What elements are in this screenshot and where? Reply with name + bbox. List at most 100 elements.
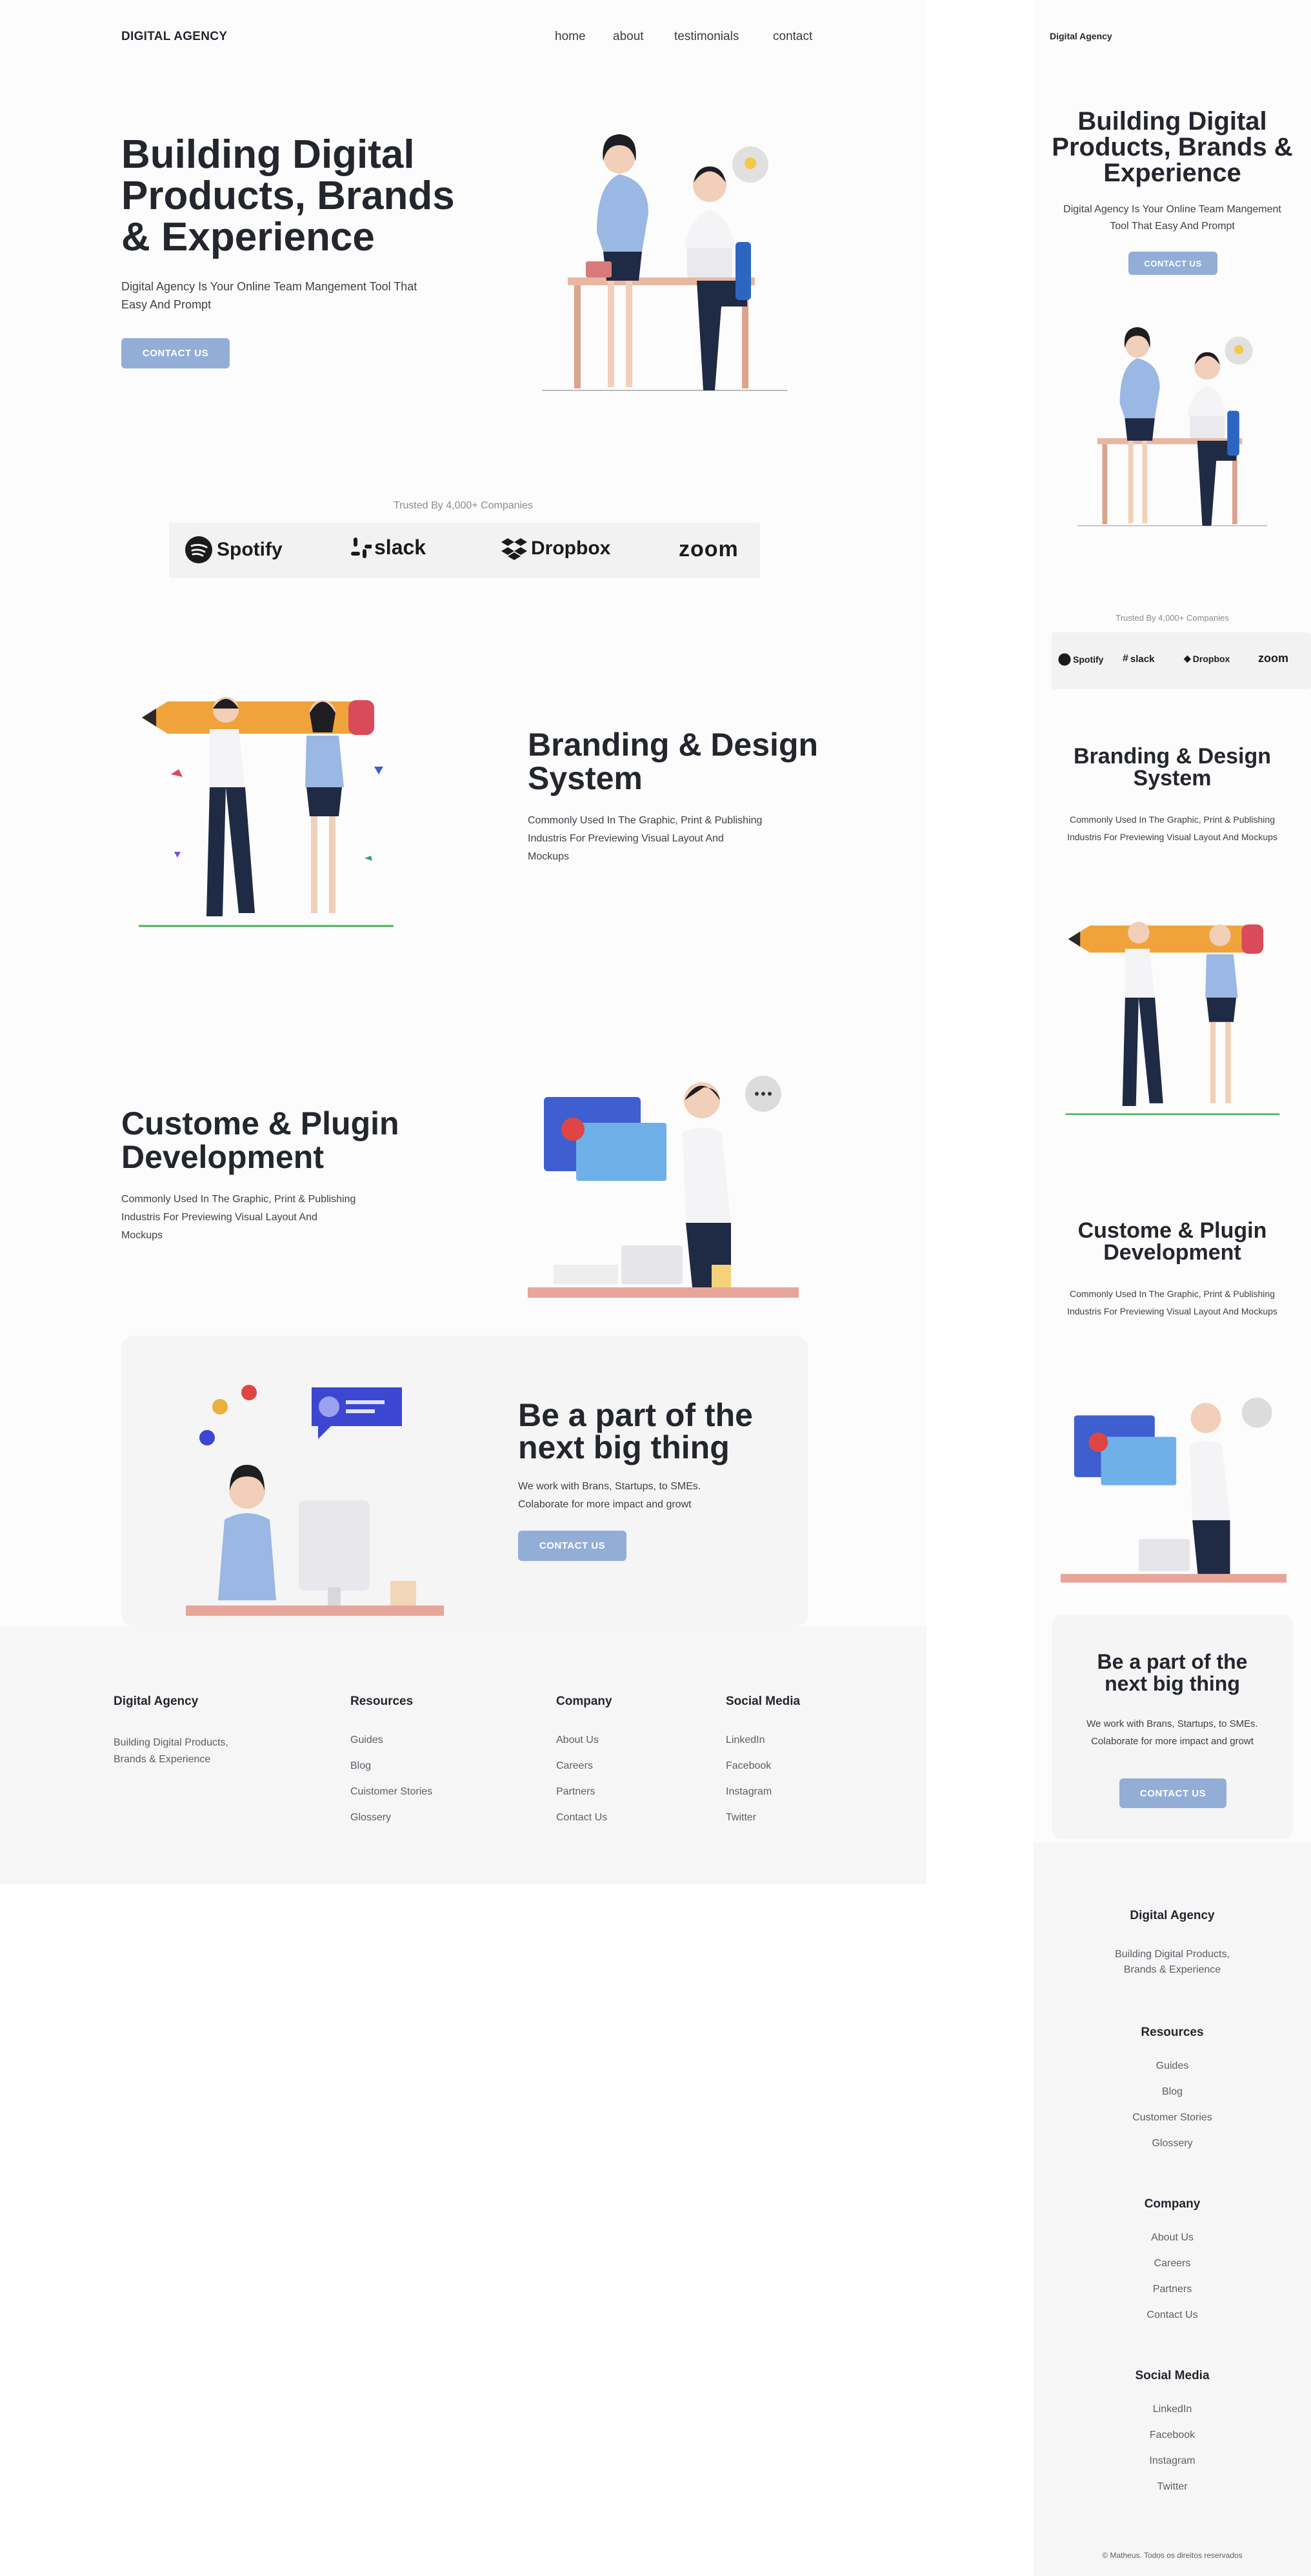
- plugin-title: Custome & Plugin Development: [121, 1107, 399, 1174]
- mobile-footer-link-twitter[interactable]: Twitter: [1034, 2481, 1311, 2493]
- footer-link-guides[interactable]: Guides: [350, 1735, 383, 1746]
- footer-link-twitter[interactable]: Twitter: [726, 1812, 756, 1824]
- trusted-logos-bar: Spotify slack Dropbox zoom: [169, 523, 760, 578]
- mobile-footer-link-guides[interactable]: Guides: [1034, 2060, 1311, 2072]
- cta-text: We work with Brans, Startups, to SMEs. C…: [518, 1478, 701, 1514]
- hero-title-line: & Experience: [121, 215, 375, 259]
- mobile-plugin-title-line: Custome & Plugin: [1077, 1218, 1267, 1243]
- footer-tagline-line: Brands & Experience: [114, 1754, 211, 1765]
- mobile-footer-brand: Digital Agency: [1130, 1909, 1215, 1922]
- mobile-plugin-text: Commonly Used In The Graphic, Print & Pu…: [1034, 1285, 1311, 1320]
- mobile-footer-tagline: Building Digital Products, Brands & Expe…: [1034, 1947, 1311, 1978]
- branding-text: Commonly Used In The Graphic, Print & Pu…: [528, 812, 762, 866]
- mobile-footer-link-about-us[interactable]: About Us: [1034, 2232, 1311, 2244]
- slack-wordmark: slack: [374, 536, 426, 559]
- mobile-footer-link-partners[interactable]: Partners: [1034, 2284, 1311, 2295]
- mobile-plugin-title-line: Development: [1103, 1240, 1241, 1265]
- nav-contact[interactable]: contact: [773, 30, 812, 44]
- mobile-page: Digital Agency Building Digital Products…: [1034, 0, 1311, 1842]
- mobile-branding-text-line: Commonly Used In The Graphic, Print & Pu…: [1070, 814, 1275, 825]
- mobile-cta-card: Be a part of the next big thing We work …: [1052, 1615, 1293, 1839]
- mobile-footer-link-contact-us[interactable]: Contact Us: [1034, 2309, 1311, 2321]
- footer-link-partners[interactable]: Partners: [556, 1786, 595, 1798]
- hero-illustration: [542, 134, 787, 391]
- footer-link-blog[interactable]: Blog: [350, 1760, 371, 1772]
- branding-title-line: Branding & Design: [528, 727, 819, 763]
- mobile-footer-link-facebook[interactable]: Facebook: [1034, 2430, 1311, 2441]
- mobile-footer-tagline-line: Building Digital Products,: [1115, 1949, 1230, 1960]
- hero-subtitle: Digital Agency Is Your Online Team Mange…: [121, 277, 417, 314]
- cta-illustration: [186, 1385, 444, 1616]
- mobile-hero-subtitle-line: Tool That Easy And Prompt: [1110, 221, 1235, 232]
- spotify-icon: [1058, 653, 1071, 666]
- footer-link-facebook[interactable]: Facebook: [726, 1760, 771, 1772]
- footer-link-instagram[interactable]: Instagram: [726, 1786, 772, 1798]
- dropbox-icon: [501, 538, 527, 560]
- cta-title-line: next big thing: [518, 1429, 730, 1465]
- mobile-cta-text: We work with Brans, Startups, to SMEs. C…: [1052, 1715, 1293, 1750]
- nav-testimonials[interactable]: testimonials: [674, 30, 739, 44]
- dropbox-icon: ◆: [1184, 653, 1191, 663]
- hero-title-line: Products, Brands: [121, 174, 455, 218]
- hero-subtitle-line: Easy And Prompt: [121, 298, 212, 311]
- mobile-footer-social-title: Social Media: [1135, 2369, 1210, 2382]
- slack-icon: [351, 537, 372, 558]
- footer-link-careers[interactable]: Careers: [556, 1760, 593, 1772]
- mobile-trusted-logos-bar: Spotify # slack ◆ Dropbox zoom: [1052, 632, 1311, 689]
- mobile-footer-link-careers[interactable]: Careers: [1034, 2258, 1311, 2269]
- mobile-footer-link-blog[interactable]: Blog: [1034, 2086, 1311, 2098]
- mobile-footer-link-instagram[interactable]: Instagram: [1034, 2455, 1311, 2467]
- mobile-hero-title: Building Digital Products, Brands & Expe…: [1034, 108, 1311, 186]
- dropbox-logo: Dropbox: [501, 537, 610, 560]
- mobile-zoom-logo: zoom: [1258, 652, 1288, 665]
- mobile-slack-logo: # slack: [1123, 653, 1154, 665]
- mobile-spotify-logo: Spotify: [1058, 653, 1103, 666]
- mobile-footer-link-customer-stories[interactable]: Customer Stories: [1034, 2112, 1311, 2124]
- mobile-footer-tagline-line: Brands & Experience: [1123, 1964, 1221, 1975]
- branding-title-line: System: [528, 760, 643, 796]
- footer-link-glossery[interactable]: Glossery: [350, 1812, 391, 1824]
- mobile-cta-text-line: Colaborate for more impact and growt: [1091, 1736, 1254, 1747]
- mobile-hero-contact-button[interactable]: CONTACT US: [1128, 252, 1217, 275]
- footer-link-contact-us[interactable]: Contact Us: [556, 1812, 607, 1824]
- mobile-cta-contact-button[interactable]: CONTACT US: [1119, 1778, 1226, 1808]
- branding-text-line: Mockups: [528, 851, 570, 862]
- nav-about[interactable]: about: [613, 30, 644, 44]
- footer-link-linkedin[interactable]: LinkedIn: [726, 1735, 765, 1746]
- hero-title-line: Building Digital: [121, 132, 415, 177]
- footer-resources-title: Resources: [350, 1695, 414, 1708]
- branding-text-line: Industris For Previewing Visual Layout A…: [528, 833, 724, 844]
- mobile-slack-wordmark: slack: [1130, 653, 1155, 665]
- mobile-footer-link-linkedin[interactable]: LinkedIn: [1034, 2404, 1311, 2415]
- desktop-footer: Digital Agency Building Digital Products…: [0, 1626, 926, 1884]
- mobile-branding-illustration: [1065, 921, 1280, 1115]
- mobile-plugin-illustration: [1061, 1397, 1286, 1583]
- branding-illustration: [139, 697, 394, 927]
- plugin-text: Commonly Used In The Graphic, Print & Pu…: [121, 1191, 355, 1245]
- slack-logo: slack: [348, 536, 426, 559]
- hero-contact-button[interactable]: CONTACT US: [121, 338, 230, 368]
- cta-text-line: We work with Brans, Startups, to SMEs.: [518, 1481, 701, 1492]
- mobile-dropbox-logo: ◆ Dropbox: [1184, 653, 1230, 664]
- slack-icon: #: [1123, 653, 1128, 664]
- desktop-page: DIGITAL AGENCY home about testimonials c…: [0, 0, 926, 1626]
- mobile-branding-text: Commonly Used In The Graphic, Print & Pu…: [1034, 811, 1311, 846]
- mobile-spotify-wordmark: Spotify: [1073, 654, 1104, 665]
- cta-card: Be a part of the next big thing We work …: [121, 1336, 808, 1626]
- mobile-footer-copyright: © Matheus. Todos os direitos reservados: [1102, 2551, 1243, 2560]
- mobile-footer-resources-title: Resources: [1141, 2026, 1204, 2039]
- nav-home[interactable]: home: [555, 30, 586, 44]
- spotify-wordmark: Spotify: [217, 539, 283, 560]
- zoom-logo: zoom: [679, 537, 739, 561]
- mobile-footer-link-glossery[interactable]: Glossery: [1034, 2138, 1311, 2149]
- footer-link-about-us[interactable]: About Us: [556, 1735, 599, 1746]
- mobile-hero-subtitle: Digital Agency Is Your Online Team Mange…: [1034, 201, 1311, 235]
- cta-contact-button[interactable]: CONTACT US: [518, 1531, 626, 1561]
- footer-link-customer-stories[interactable]: Cuistomer Stories: [350, 1786, 432, 1798]
- mobile-brand-logo[interactable]: Digital Agency: [1050, 31, 1112, 41]
- mobile-footer-company-title: Company: [1144, 2197, 1201, 2211]
- mobile-branding-title-line: Branding & Design: [1073, 744, 1272, 769]
- brand-logo[interactable]: DIGITAL AGENCY: [121, 30, 227, 44]
- branding-text-line: Commonly Used In The Graphic, Print & Pu…: [528, 815, 763, 826]
- plugin-text-line: Commonly Used In The Graphic, Print & Pu…: [121, 1194, 356, 1205]
